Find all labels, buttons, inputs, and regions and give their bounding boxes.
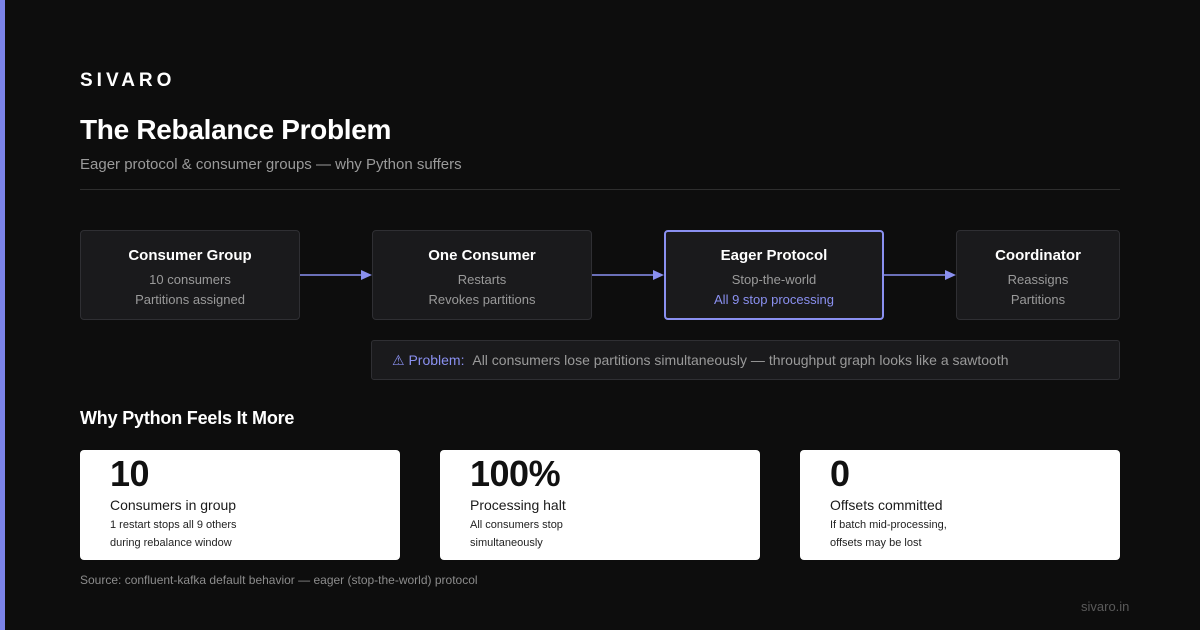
problem-callout: ⚠ Problem: All consumers lose partitions… xyxy=(371,340,1120,380)
arrow-2 xyxy=(592,270,664,280)
stat-value: 100% xyxy=(470,453,561,494)
node-line2: Partitions xyxy=(1010,292,1066,307)
node-line1: Reassigns xyxy=(1007,272,1069,287)
stat-card-offsets: 0 Offsets committed If batch mid-process… xyxy=(800,450,1120,560)
stat-description: 1 restart stops all 9 others xyxy=(110,519,237,531)
stat-card-processing-halt: 100% Processing halt All consumers stop … xyxy=(440,450,760,560)
arrow-3 xyxy=(884,270,956,280)
stat-description: If batch mid-processing, xyxy=(830,519,947,531)
stat-label: Offsets committed xyxy=(830,497,943,513)
node-title: Eager Protocol xyxy=(720,247,828,264)
flow-node-one-consumer: One Consumer Restarts Revokes partitions xyxy=(372,230,592,320)
node-title: Consumer Group xyxy=(128,247,252,264)
stat-value: 10 xyxy=(110,453,150,494)
stat-description: simultaneously xyxy=(470,537,543,549)
flow-node-coordinator: Coordinator Reassigns Partitions xyxy=(956,230,1120,320)
stat-value: 0 xyxy=(830,453,850,494)
stat-description: All consumers stop xyxy=(470,519,563,531)
node-line1: Restarts xyxy=(457,272,507,287)
arrow-1 xyxy=(300,270,372,280)
problem-label: ⚠ Problem: xyxy=(392,352,465,368)
node-line2: All 9 stop processing xyxy=(714,292,834,307)
stat-label: Processing halt xyxy=(470,497,566,513)
node-title: Coordinator xyxy=(995,247,1081,264)
section-title: Why Python Feels It More xyxy=(80,408,295,428)
stat-card-consumers: 10 Consumers in group 1 restart stops al… xyxy=(80,450,400,560)
flow-node-consumer-group: Consumer Group 10 consumers Partitions a… xyxy=(80,230,300,320)
source-note: Source: confluent-kafka default behavior… xyxy=(80,573,478,587)
footer-url: sivaro.in xyxy=(1081,599,1130,614)
stat-description: during rebalance window xyxy=(110,537,232,549)
node-line1: 10 consumers xyxy=(149,272,231,287)
stat-description: offsets may be lost xyxy=(830,537,922,549)
node-line1: Stop-the-world xyxy=(731,272,817,287)
flow-node-eager-protocol: Eager Protocol Stop-the-world All 9 stop… xyxy=(664,230,884,320)
node-line2: Revokes partitions xyxy=(428,292,536,307)
stat-label: Consumers in group xyxy=(110,497,237,513)
problem-text: All consumers lose partitions simultaneo… xyxy=(472,352,1009,368)
node-line2: Partitions assigned xyxy=(135,292,245,307)
node-title: One Consumer xyxy=(428,247,536,264)
